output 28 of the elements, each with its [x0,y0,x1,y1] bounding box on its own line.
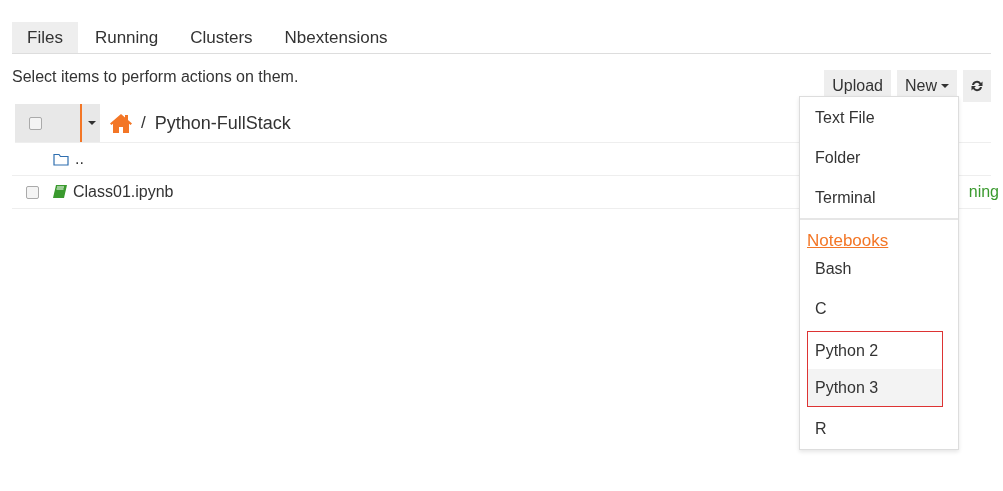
menu-item[interactable]: C [800,289,958,329]
menu-item[interactable]: Python 2 [808,332,942,369]
caret-icon [88,121,96,125]
folder-icon [53,152,69,166]
book-icon [53,185,67,199]
file-link[interactable]: Class01.ipynb [73,183,174,201]
tab[interactable]: Clusters [175,22,268,53]
menu-item[interactable]: Bash [800,249,958,289]
menu-item[interactable]: Python 3 [808,369,942,406]
tab[interactable]: Nbextensions [269,22,403,53]
breadcrumb-link[interactable]: Python-FullStack [154,112,291,134]
section-heading: Notebooks [806,230,890,249]
refresh-icon [970,79,984,93]
menu-item[interactable]: Folder [800,138,958,178]
tab[interactable]: Files [12,22,78,53]
menu-item[interactable]: R [800,409,958,449]
tab[interactable]: Running [79,22,174,53]
file-link[interactable]: .. [75,150,84,168]
status-text: ning [968,183,999,201]
menu-item[interactable]: Terminal [800,178,958,218]
checkbox[interactable] [26,185,39,199]
path-separator: / [141,113,146,133]
caret-icon [941,84,949,88]
refresh-button[interactable] [963,70,991,102]
select-all-control[interactable] [15,104,100,142]
checkbox[interactable] [29,116,42,130]
instruction-text: Select items to perform actions on them. [12,68,299,86]
home-icon[interactable] [110,113,132,133]
